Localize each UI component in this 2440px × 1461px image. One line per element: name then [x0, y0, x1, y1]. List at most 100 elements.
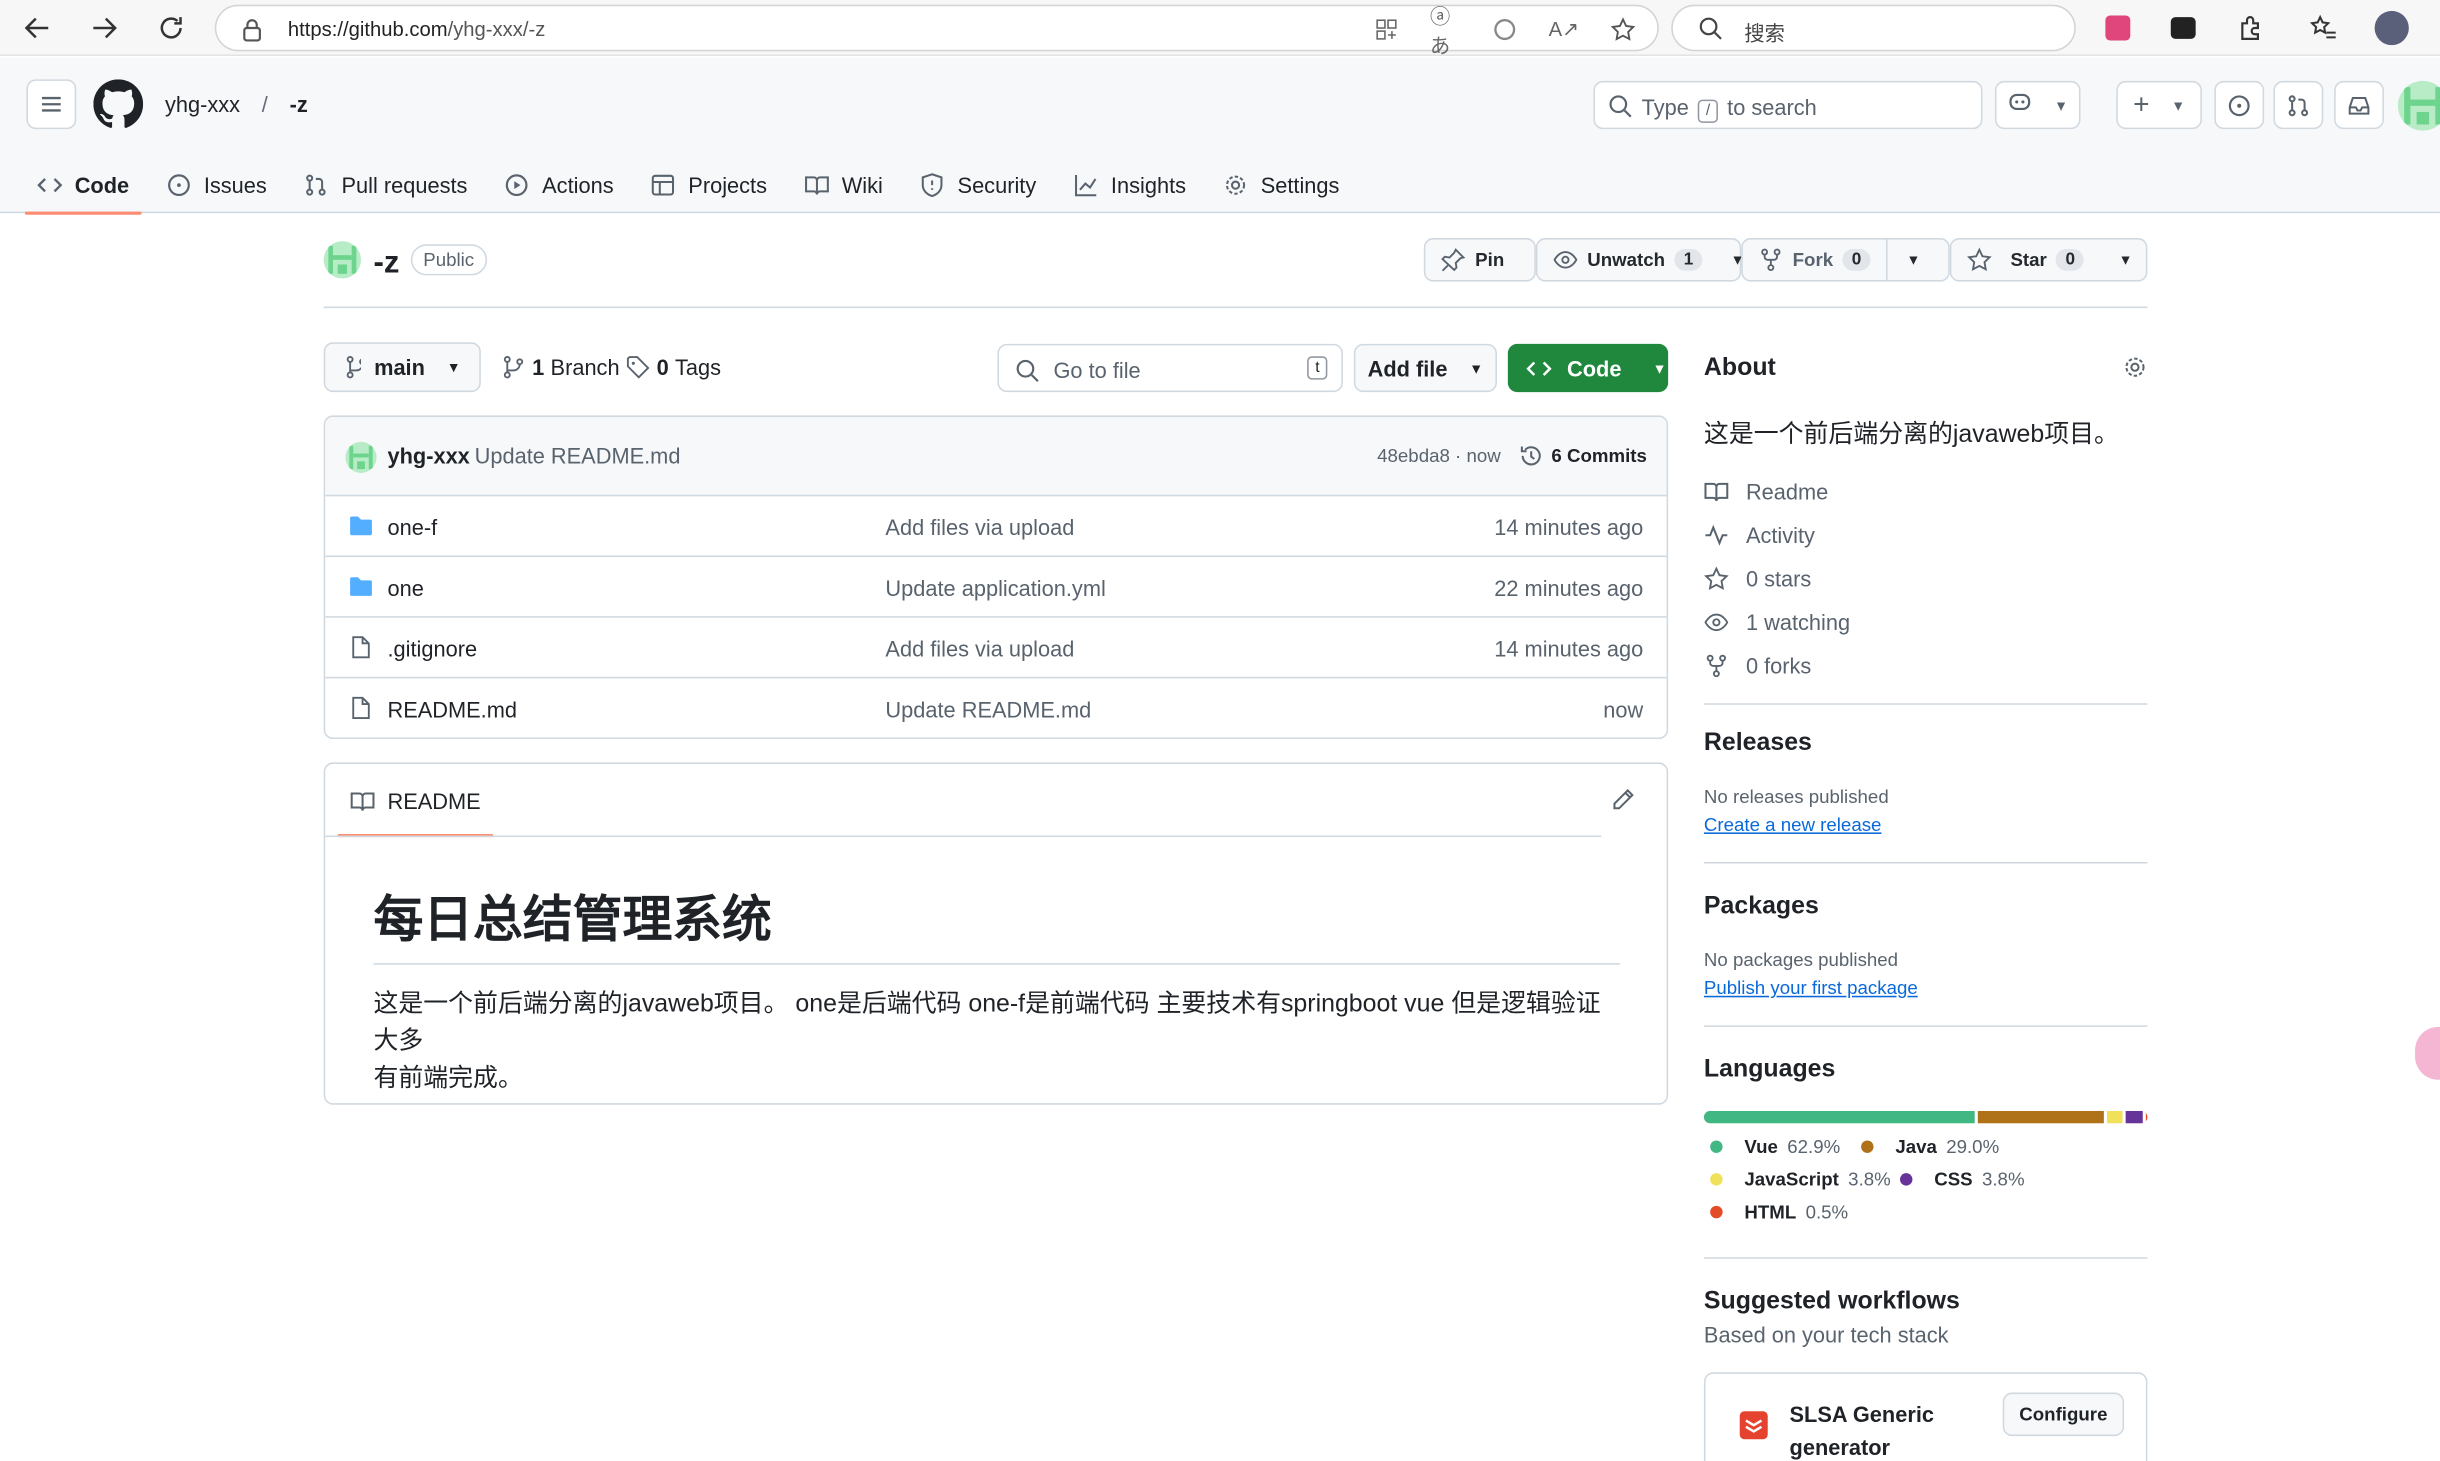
file-commit-message[interactable]: Add files via upload: [885, 636, 1074, 661]
chevron-down-icon[interactable]: ▼: [2100, 240, 2151, 280]
file-name[interactable]: README.md: [387, 697, 517, 722]
add-file-button[interactable]: Add file ▼: [1353, 343, 1497, 393]
commit-author[interactable]: yhg-xxx: [387, 443, 469, 468]
puzzle-icon[interactable]: [2231, 9, 2268, 46]
language-bar-segment: [2145, 1110, 2148, 1124]
configure-button[interactable]: Configure: [2002, 1392, 2125, 1437]
readme-link[interactable]: Readme: [1704, 470, 1850, 514]
tab-label: Code: [74, 172, 130, 198]
tab-pull-requests[interactable]: Pull requests: [292, 157, 480, 213]
repo-link[interactable]: -z: [290, 92, 308, 117]
tab-actions[interactable]: Actions: [492, 157, 626, 213]
code-icon: [1526, 360, 1552, 376]
pencil-icon[interactable]: [1611, 787, 1636, 820]
floating-assistant-icon[interactable]: [2415, 1026, 2440, 1080]
table-row[interactable]: .gitignore Add files via upload 14 minut…: [325, 618, 1667, 679]
tab-projects[interactable]: Projects: [639, 157, 780, 213]
extension-icon[interactable]: [2165, 9, 2202, 46]
favorites-icon[interactable]: [2305, 9, 2342, 46]
table-row[interactable]: one-f Add files via upload 14 minutes ag…: [325, 496, 1667, 558]
commit-message[interactable]: Update README.md: [475, 443, 681, 468]
table-row[interactable]: README.md Update README.md now: [325, 678, 1666, 737]
create-release-link[interactable]: Create a new release: [1704, 814, 1882, 836]
language-item[interactable]: Vue 62.9%: [1710, 1136, 1840, 1158]
readme-tab[interactable]: README: [337, 764, 493, 838]
fork-button[interactable]: Fork 0 ▼: [1741, 238, 1950, 282]
profile-avatar[interactable]: [2373, 9, 2410, 46]
file-commit-message[interactable]: Update README.md: [885, 697, 1091, 722]
activity-link[interactable]: Activity: [1704, 513, 1850, 557]
file-name[interactable]: .gitignore: [387, 636, 477, 661]
refresh-icon[interactable]: [152, 9, 189, 46]
table-row[interactable]: one Update application.yml 22 minutes ag…: [325, 557, 1667, 618]
copilot-icon: [2007, 89, 2032, 122]
eye-icon: [1553, 251, 1578, 269]
tab-settings[interactable]: Settings: [1211, 157, 1352, 213]
branch-select[interactable]: main ▼: [323, 342, 481, 393]
translate-extension-icon[interactable]: [2099, 9, 2136, 46]
branches-link[interactable]: 1 Branch: [501, 355, 620, 380]
file-name[interactable]: one-f: [387, 515, 437, 540]
pulse-icon: [1705, 524, 1728, 546]
menu-icon[interactable]: [26, 79, 77, 130]
browser-search[interactable]: 搜索: [1671, 4, 2076, 52]
favorite-star-icon[interactable]: [1607, 14, 1638, 45]
stars-link[interactable]: 0 stars: [1704, 557, 1850, 601]
url-text: https://github.com/yhg-xxx/-z: [287, 17, 546, 41]
translate-icon[interactable]: ⓐあ: [1430, 5, 1461, 58]
language-name: Java: [1895, 1135, 1937, 1158]
github-search-input[interactable]: Type / to search: [1593, 80, 1983, 130]
packages-title[interactable]: Packages: [1704, 893, 1819, 921]
language-item[interactable]: Java 29.0%: [1861, 1136, 1999, 1158]
file-name[interactable]: one: [387, 576, 423, 601]
language-item[interactable]: CSS 3.8%: [1899, 1168, 2025, 1190]
file-commit-message[interactable]: Update application.yml: [885, 576, 1105, 601]
file-icon: [349, 635, 374, 665]
commit-sha[interactable]: 48ebda8 · now: [1377, 445, 1501, 467]
tab-issues[interactable]: Issues: [154, 157, 279, 213]
gear-icon[interactable]: [2123, 355, 2148, 388]
file-commit-message[interactable]: Add files via upload: [885, 515, 1074, 540]
issues-icon[interactable]: [2214, 80, 2265, 130]
language-item[interactable]: JavaScript 3.8%: [1710, 1168, 1891, 1190]
commit-avatar[interactable]: [345, 441, 377, 473]
chevron-down-icon: ▼: [446, 359, 461, 375]
publish-package-link[interactable]: Publish your first package: [1704, 977, 1918, 999]
forward-icon[interactable]: [86, 9, 123, 46]
tags-link[interactable]: 0 Tags: [626, 355, 721, 380]
go-to-file-input[interactable]: Go to file t: [997, 343, 1343, 393]
user-avatar[interactable]: [2397, 80, 2440, 131]
read-aloud-icon[interactable]: A↗: [1548, 14, 1579, 45]
chevron-down-icon[interactable]: ▼: [1888, 240, 1939, 280]
pull-requests-icon[interactable]: [2273, 80, 2324, 130]
pin-button[interactable]: Pin: [1423, 238, 1536, 282]
inbox-icon[interactable]: [2334, 80, 2384, 130]
owner-link[interactable]: yhg-xxx: [165, 92, 240, 117]
language-item[interactable]: HTML 0.5%: [1710, 1201, 1848, 1223]
releases-title[interactable]: Releases: [1704, 730, 1812, 758]
tab-wiki[interactable]: Wiki: [792, 157, 895, 213]
tab-insights[interactable]: Insights: [1061, 157, 1198, 213]
tab-label: Insights: [1110, 172, 1187, 198]
table-icon: [652, 174, 675, 196]
browser-extension-icon[interactable]: [1489, 14, 1520, 45]
tab-code[interactable]: Code: [24, 157, 142, 215]
forks-link[interactable]: 0 forks: [1704, 644, 1850, 688]
readme-line: 这是一个前后端分离的javaweb项目。 one是后端代码 one-f是前端代码…: [373, 991, 1601, 1055]
search-icon: [1607, 93, 1632, 126]
watching-link[interactable]: 1 watching: [1704, 601, 1850, 645]
create-new-button[interactable]: + ▼: [2116, 80, 2202, 130]
unwatch-button[interactable]: Unwatch 1 ▼: [1535, 238, 1744, 282]
workflows-title: Suggested workflows: [1703, 1288, 1960, 1315]
copilot-button[interactable]: ▼: [1994, 80, 2081, 130]
code-button[interactable]: Code ▼: [1507, 343, 1669, 393]
back-icon[interactable]: [19, 9, 56, 46]
star-button[interactable]: Star 0 ▼: [1949, 238, 2151, 282]
workflow-name: SLSA Generic generator: [1789, 1401, 1935, 1460]
repo-title[interactable]: -z: [373, 246, 399, 282]
address-bar[interactable]: https://github.com/yhg-xxx/-z ⓐあ A↗: [214, 4, 1659, 58]
tab-security[interactable]: Security: [908, 157, 1049, 213]
commits-link[interactable]: 6 Commits: [1519, 443, 1647, 468]
github-logo-icon[interactable]: [93, 79, 144, 137]
apps-icon[interactable]: [1371, 14, 1402, 45]
